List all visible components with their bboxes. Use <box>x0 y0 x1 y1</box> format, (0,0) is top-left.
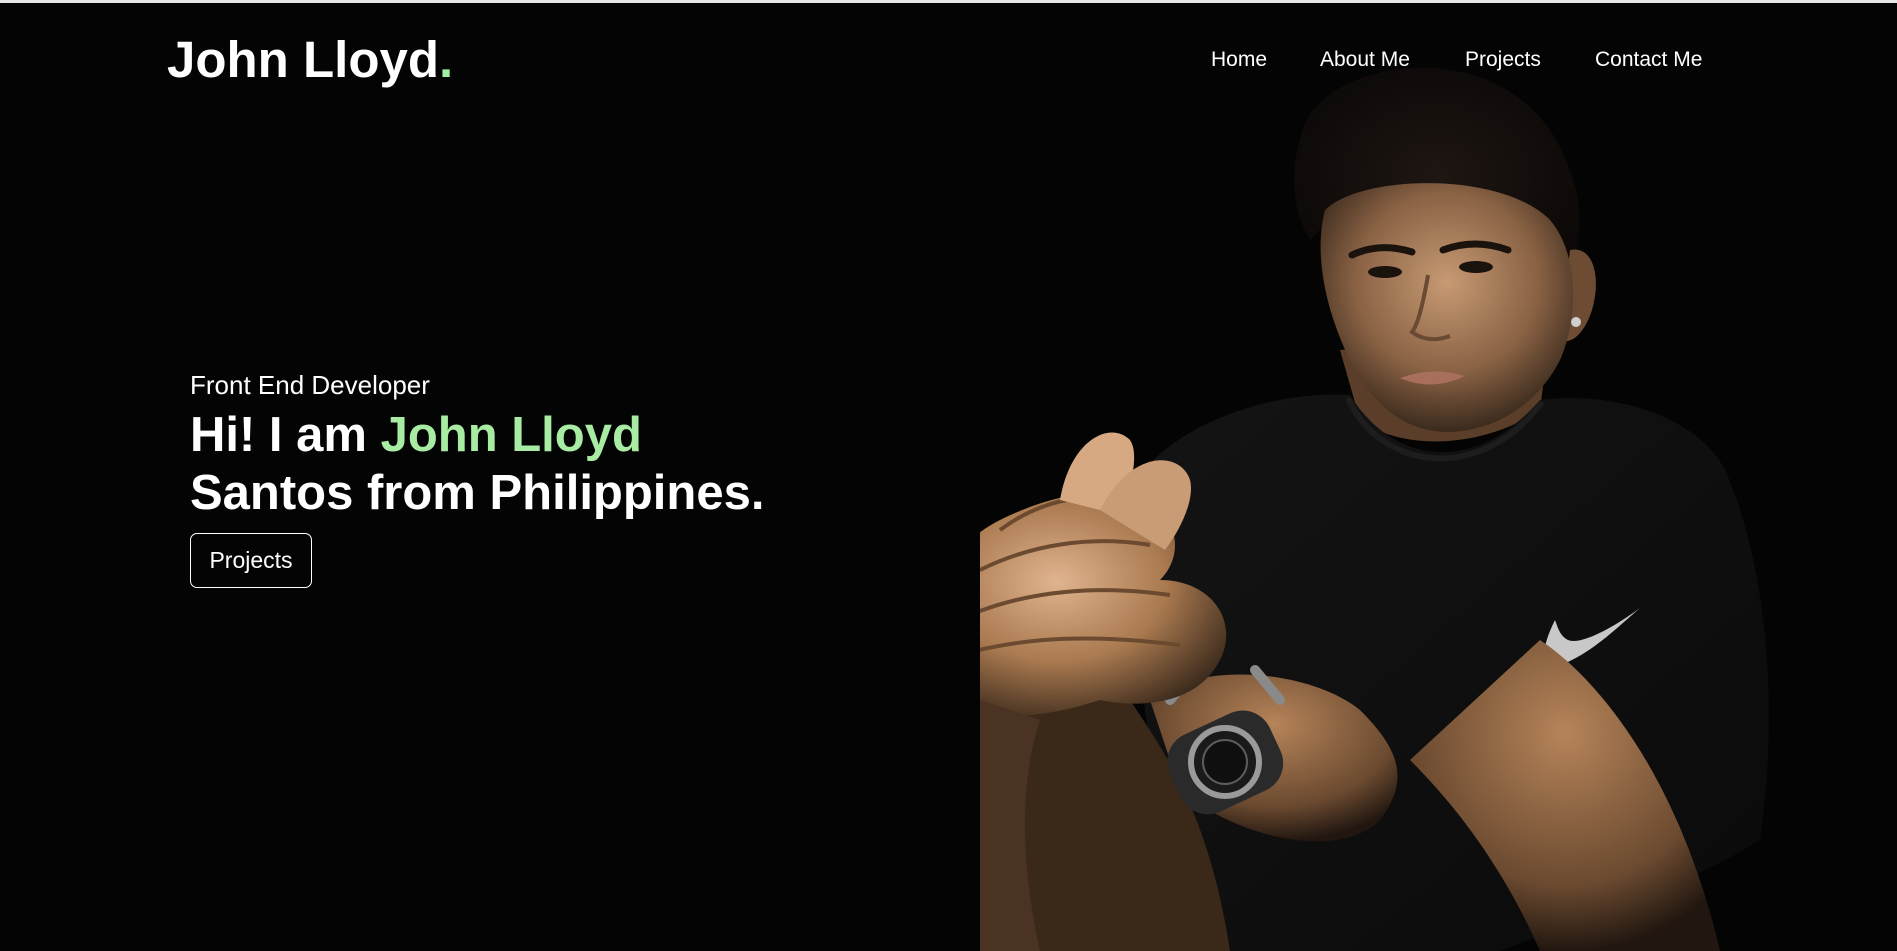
logo-dot: . <box>438 31 454 88</box>
logo-text: John Lloyd <box>167 31 439 88</box>
site-logo[interactable]: John Lloyd. <box>167 30 453 89</box>
hero-title-name: John Lloyd <box>380 408 642 462</box>
top-border <box>0 0 1897 3</box>
hero-title-line2: Santos from Philippines. <box>190 466 765 520</box>
hero-subtitle: Front End Developer <box>190 370 430 400</box>
projects-button[interactable]: Projects <box>190 533 312 588</box>
portrait-photo <box>980 67 1769 951</box>
page: John Lloyd. Home About Me Projects Conta… <box>0 0 1897 951</box>
hero-title-prefix: Hi! I am <box>190 408 381 462</box>
hero-title: Hi! I am John Lloyd Santos from Philippi… <box>190 406 764 522</box>
